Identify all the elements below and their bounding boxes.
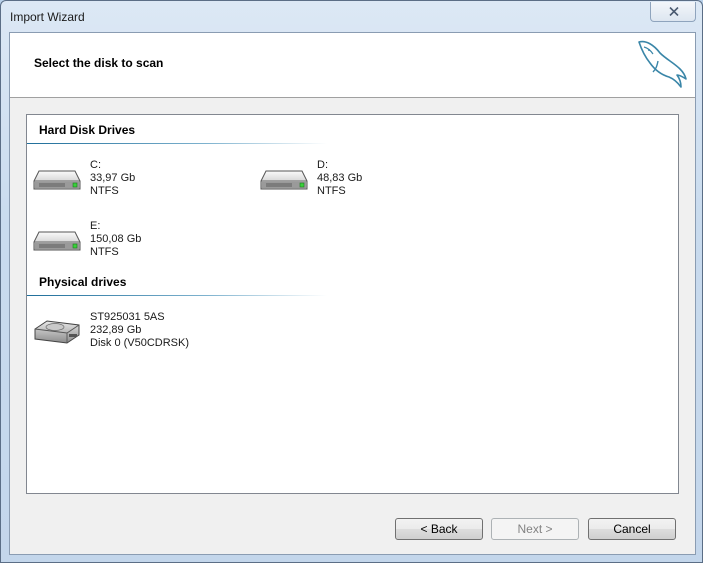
drive-name: D: <box>317 159 328 171</box>
drive-name: E: <box>90 220 101 232</box>
drive-filesystem: NTFS <box>90 185 119 197</box>
section-divider <box>27 143 327 144</box>
import-wizard-window: Import Wizard Select the disk to scan Ha… <box>0 0 703 563</box>
close-icon <box>669 7 679 16</box>
window-title: Import Wizard <box>10 10 85 24</box>
drive-item-c[interactable]: C: 33,97 Gb NTFS <box>27 159 227 201</box>
next-button[interactable]: Next > <box>491 518 579 540</box>
wizard-header: Select the disk to scan <box>10 33 695 98</box>
close-button[interactable] <box>650 2 696 22</box>
physical-drives-title: Physical drives <box>39 275 127 289</box>
back-button[interactable]: < Back <box>395 518 483 540</box>
drive-size: 33,97 Gb <box>90 172 136 184</box>
drive-size: 48,83 Gb <box>317 172 363 184</box>
drive-detail: Disk 0 (V50CDRSK) <box>90 337 190 349</box>
physical-drive-item[interactable]: ST925031 5AS 232,89 Gb Disk 0 (V50CDRSK) <box>27 311 227 353</box>
physical-disk-icon <box>34 320 80 344</box>
drive-name: C: <box>90 159 101 171</box>
drive-size: 150,08 Gb <box>90 233 142 245</box>
hard-drive-icon <box>33 231 81 251</box>
hard-drive-icon <box>33 170 81 190</box>
page-title: Select the disk to scan <box>34 56 164 70</box>
drive-name: ST925031 5AS <box>90 311 165 323</box>
drive-filesystem: NTFS <box>317 185 346 197</box>
drive-item-d[interactable]: D: 48,83 Gb NTFS <box>254 159 454 201</box>
drive-size: 232,89 Gb <box>90 324 142 336</box>
section-divider <box>27 295 327 296</box>
dolphin-logo-icon <box>638 40 687 88</box>
hard-drive-icon <box>260 170 308 190</box>
drive-filesystem: NTFS <box>90 246 119 258</box>
disk-list-panel[interactable]: Hard Disk Drives C: 33,97 Gb NTFS D: 48,… <box>26 114 679 494</box>
wizard-body: Select the disk to scan Hard Disk Drives <box>9 32 696 555</box>
hard-disk-drives-title: Hard Disk Drives <box>39 123 136 137</box>
cancel-button[interactable]: Cancel <box>588 518 676 540</box>
title-bar[interactable]: Import Wizard <box>1 1 702 31</box>
drive-item-e[interactable]: E: 150,08 Gb NTFS <box>27 220 227 262</box>
